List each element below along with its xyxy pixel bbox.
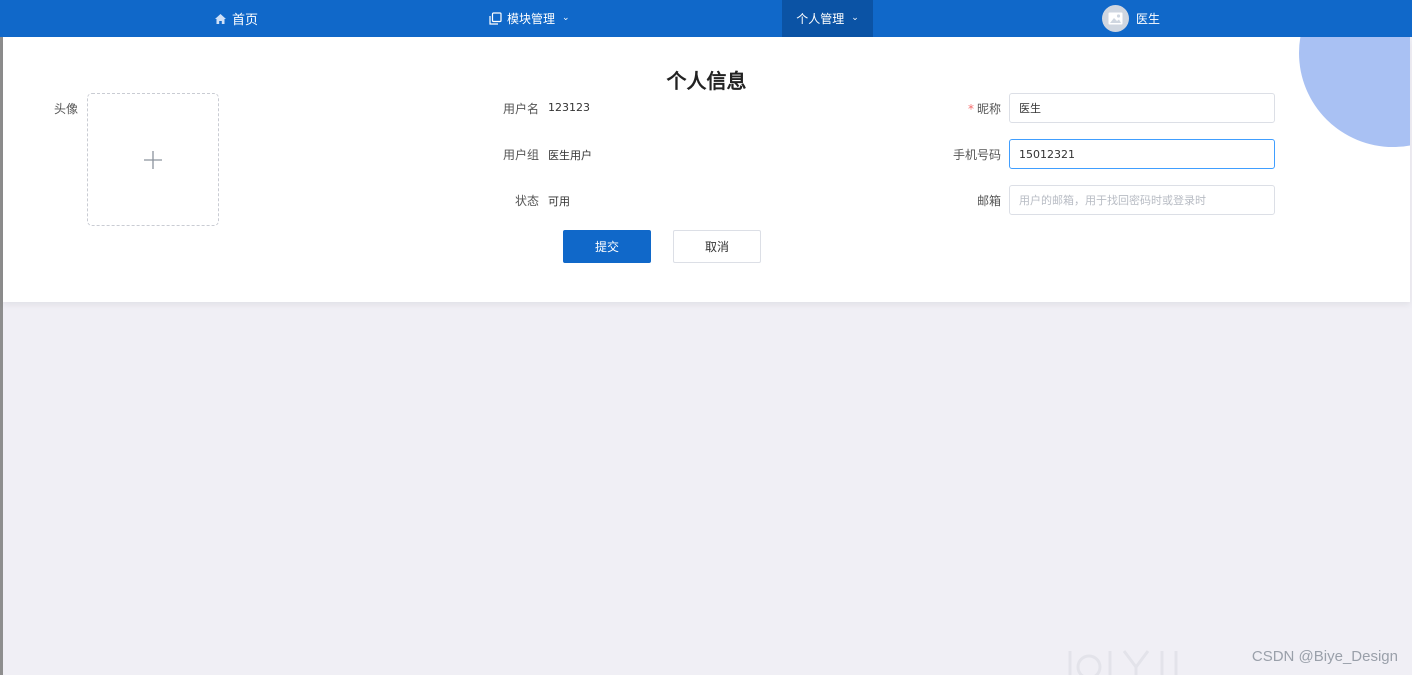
required-mark: * xyxy=(967,102,974,116)
image-icon xyxy=(1108,12,1123,25)
nav-home[interactable]: 首页 xyxy=(214,0,258,37)
nav-user[interactable]: 医生 xyxy=(1102,0,1160,37)
home-icon xyxy=(214,13,227,25)
cancel-button[interactable]: 取消 xyxy=(673,230,761,263)
nav-modules-label: 模块管理 xyxy=(507,12,556,26)
username-label: 用户名 xyxy=(502,102,539,116)
avatar-label: 头像 xyxy=(53,102,78,116)
nav-personal[interactable]: 个人管理 ⌄ xyxy=(782,0,873,37)
status-label: 状态 xyxy=(514,194,539,208)
phone-field[interactable] xyxy=(1009,139,1275,169)
group-value: 医生用户 xyxy=(548,149,592,162)
nav-personal-label: 个人管理 xyxy=(796,12,845,26)
username-value: 123123 xyxy=(548,101,590,114)
nav-home-label: 首页 xyxy=(232,13,259,28)
email-field[interactable] xyxy=(1009,185,1275,215)
email-label: 邮箱 xyxy=(976,194,1001,208)
copy-icon xyxy=(489,12,502,25)
nav-user-name: 医生 xyxy=(1136,12,1161,26)
watermark-text: CSDN @Biye_Design xyxy=(1251,648,1398,665)
top-nav: 首页 模块管理 ⌄ 个人管理 ⌄ 医生 xyxy=(0,0,1412,37)
video-logo-watermark xyxy=(1068,650,1178,675)
plus-icon xyxy=(144,150,162,169)
avatar-upload[interactable] xyxy=(87,93,219,226)
profile-panel: 个人信息 头像 用户名 123123 用户组 医生用户 状态 可用 *昵称 手机… xyxy=(3,37,1410,302)
group-label: 用户组 xyxy=(502,148,539,162)
submit-button[interactable]: 提交 xyxy=(563,230,651,263)
avatar xyxy=(1102,5,1129,32)
nav-modules[interactable]: 模块管理 ⌄ xyxy=(489,0,570,37)
chevron-down-icon: ⌄ xyxy=(851,12,859,23)
nickname-field[interactable] xyxy=(1009,93,1275,123)
chevron-down-icon: ⌄ xyxy=(562,12,570,23)
phone-label: 手机号码 xyxy=(952,148,1001,162)
nickname-label: * 昵称 xyxy=(967,102,1001,116)
status-value: 可用 xyxy=(548,195,570,208)
page-title: 个人信息 xyxy=(666,69,747,93)
